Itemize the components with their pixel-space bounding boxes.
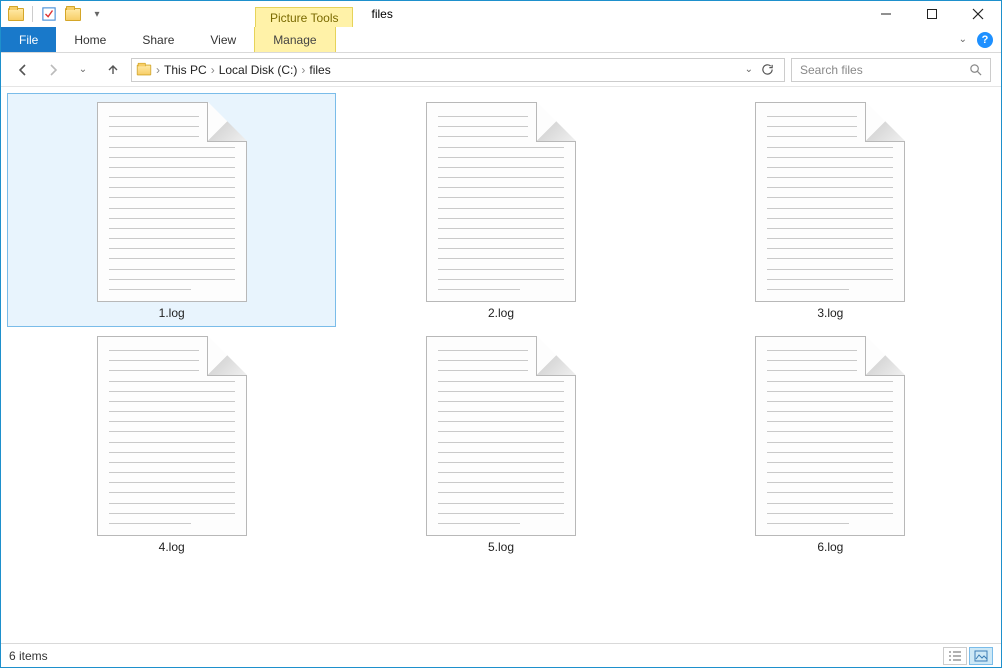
- separator: [32, 6, 33, 22]
- breadcrumb-item-folder[interactable]: files: [309, 63, 330, 77]
- breadcrumb-item-drive[interactable]: Local Disk (C:): [219, 63, 298, 77]
- titlebar: ▾ Picture Tools files: [1, 1, 1001, 27]
- address-bar-row: ⌄ › This PC › Local Disk (C:) › files ⌄ …: [1, 53, 1001, 87]
- file-name: 5.log: [488, 540, 514, 554]
- qat-dropdown-icon[interactable]: ▾: [86, 3, 108, 25]
- folder-icon: [137, 64, 151, 75]
- tab-view[interactable]: View: [192, 27, 254, 52]
- file-grid[interactable]: 1.log 2.log 3.log 4.log 5.log 6.log: [1, 87, 1001, 643]
- forward-button[interactable]: [41, 58, 65, 82]
- app-icon[interactable]: [5, 3, 27, 25]
- file-name: 2.log: [488, 306, 514, 320]
- thumbnails-view-button[interactable]: [969, 647, 993, 665]
- document-icon: [755, 336, 905, 536]
- document-icon: [97, 336, 247, 536]
- recent-locations-icon[interactable]: ⌄: [71, 58, 95, 82]
- file-item[interactable]: 5.log: [336, 327, 665, 561]
- close-button[interactable]: [955, 1, 1001, 27]
- contextual-tab-header: Picture Tools: [255, 1, 353, 27]
- tab-home[interactable]: Home: [56, 27, 124, 52]
- quick-access-toolbar: ▾: [1, 1, 110, 27]
- details-view-button[interactable]: [943, 647, 967, 665]
- document-icon: [755, 102, 905, 302]
- refresh-icon[interactable]: [761, 63, 774, 76]
- file-item[interactable]: 4.log: [7, 327, 336, 561]
- file-item[interactable]: 3.log: [666, 93, 995, 327]
- picture-tools-header: Picture Tools: [255, 7, 353, 27]
- file-item[interactable]: 2.log: [336, 93, 665, 327]
- breadcrumb[interactable]: › This PC › Local Disk (C:) › files ⌄: [131, 58, 785, 82]
- help-icon[interactable]: ?: [977, 32, 993, 48]
- minimize-button[interactable]: [863, 1, 909, 27]
- search-input[interactable]: Search files: [791, 58, 991, 82]
- explorer-window: ▾ Picture Tools files File Home Share Vi…: [0, 0, 1002, 668]
- expand-ribbon-icon[interactable]: ⌄: [959, 34, 967, 45]
- file-name: 4.log: [159, 540, 185, 554]
- back-button[interactable]: [11, 58, 35, 82]
- document-icon: [426, 102, 576, 302]
- search-icon: [969, 63, 982, 76]
- file-tab[interactable]: File: [1, 27, 56, 52]
- item-count: 6 items: [9, 649, 48, 663]
- window-controls: [863, 1, 1001, 27]
- address-dropdown-icon[interactable]: ⌄: [745, 64, 753, 75]
- new-folder-icon[interactable]: [62, 3, 84, 25]
- document-icon: [426, 336, 576, 536]
- search-placeholder: Search files: [800, 63, 863, 77]
- file-name: 3.log: [817, 306, 843, 320]
- maximize-button[interactable]: [909, 1, 955, 27]
- file-name: 1.log: [159, 306, 185, 320]
- chevron-right-icon[interactable]: ›: [301, 63, 305, 77]
- file-item[interactable]: 6.log: [666, 327, 995, 561]
- ribbon-tabs: File Home Share View Manage ⌄ ?: [1, 27, 1001, 53]
- window-title: files: [371, 1, 392, 27]
- status-bar: 6 items: [1, 643, 1001, 667]
- breadcrumb-item-pc[interactable]: This PC: [164, 63, 207, 77]
- chevron-right-icon[interactable]: ›: [211, 63, 215, 77]
- up-button[interactable]: [101, 58, 125, 82]
- tab-share[interactable]: Share: [124, 27, 192, 52]
- file-item[interactable]: 1.log: [7, 93, 336, 327]
- tab-manage[interactable]: Manage: [254, 27, 335, 52]
- ribbon-right-controls: ⌄ ?: [959, 27, 1001, 52]
- chevron-right-icon[interactable]: ›: [156, 63, 160, 77]
- file-name: 6.log: [817, 540, 843, 554]
- document-icon: [97, 102, 247, 302]
- properties-icon[interactable]: [38, 3, 60, 25]
